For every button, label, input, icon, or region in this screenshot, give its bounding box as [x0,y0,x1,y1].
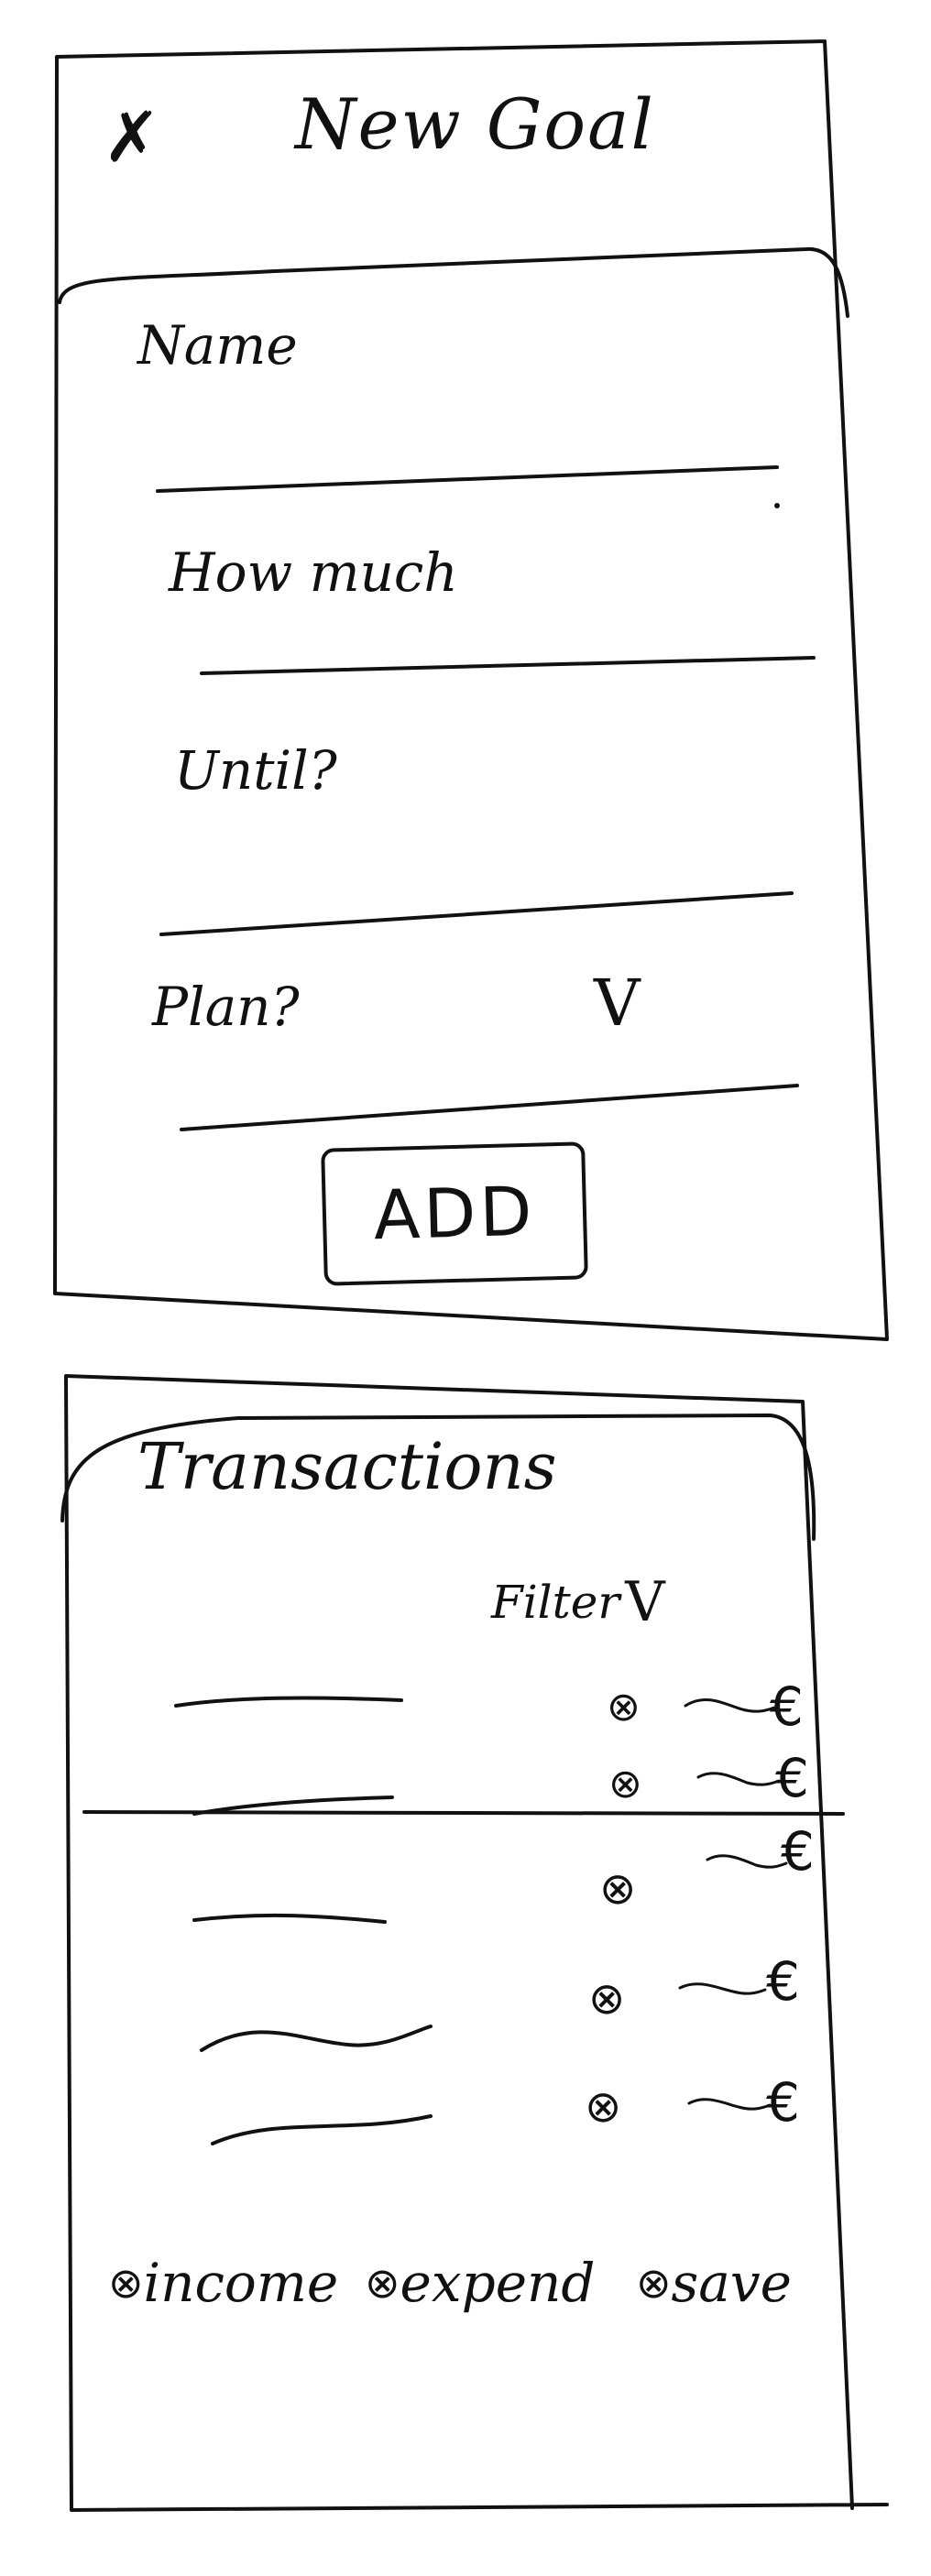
list-item[interactable] [202,2081,816,2155]
form-card-top [58,246,849,318]
expend-marker-icon: ⊗ [365,2258,400,2308]
legend-save[interactable]: ⊗ save [636,2246,792,2319]
category-marker-icon: ⊗ [607,1684,641,1730]
page-title: New Goal [295,83,655,165]
filter-dropdown[interactable]: Filter V [491,1570,665,1634]
category-marker-icon: ⊗ [599,1863,637,1915]
until-label: Until? [174,739,337,802]
legend-save-label: save [671,2252,792,2314]
how-much-field[interactable] [196,605,819,678]
filter-label: Filter [491,1576,620,1629]
list-item[interactable] [165,1667,806,1741]
amount-currency: € [770,1675,804,1738]
category-marker-icon: ⊗ [588,1973,626,2025]
plan-underline [180,1084,799,1131]
sketch-canvas [53,39,889,2512]
amount-currency: € [775,1747,809,1809]
amount-currency: € [766,1950,800,2013]
transactions-frame [64,1374,889,2512]
legend-expend[interactable]: ⊗ expend [365,2246,596,2319]
until-field[interactable] [158,824,799,934]
category-marker-icon: ⊗ [585,2081,622,2133]
transactions-title: Transactions [137,1429,557,1504]
save-marker-icon: ⊗ [636,2258,672,2308]
income-marker-icon: ⊗ [108,2258,144,2308]
amount-currency: € [766,2071,800,2134]
chevron-down-icon: V [625,1570,665,1634]
category-marker-icon: ⊗ [608,1761,642,1807]
add-button[interactable]: ADD [321,1141,588,1286]
how-much-label: How much [169,541,458,604]
list-item[interactable] [192,1960,816,2061]
close-icon[interactable]: ✗ [103,103,161,172]
name-label: Name [137,314,298,377]
plan-dropdown[interactable] [180,971,803,1090]
name-field[interactable] [154,403,786,491]
legend-income[interactable]: ⊗ income [108,2246,338,2319]
list-item[interactable] [183,1841,816,1942]
amount-currency: € [781,1820,815,1883]
ink-dot [774,503,780,508]
list-item[interactable] [183,1757,816,1830]
legend-income-label: income [143,2252,339,2314]
legend-expend-label: expend [400,2252,596,2314]
add-button-label: ADD [372,1172,537,1256]
